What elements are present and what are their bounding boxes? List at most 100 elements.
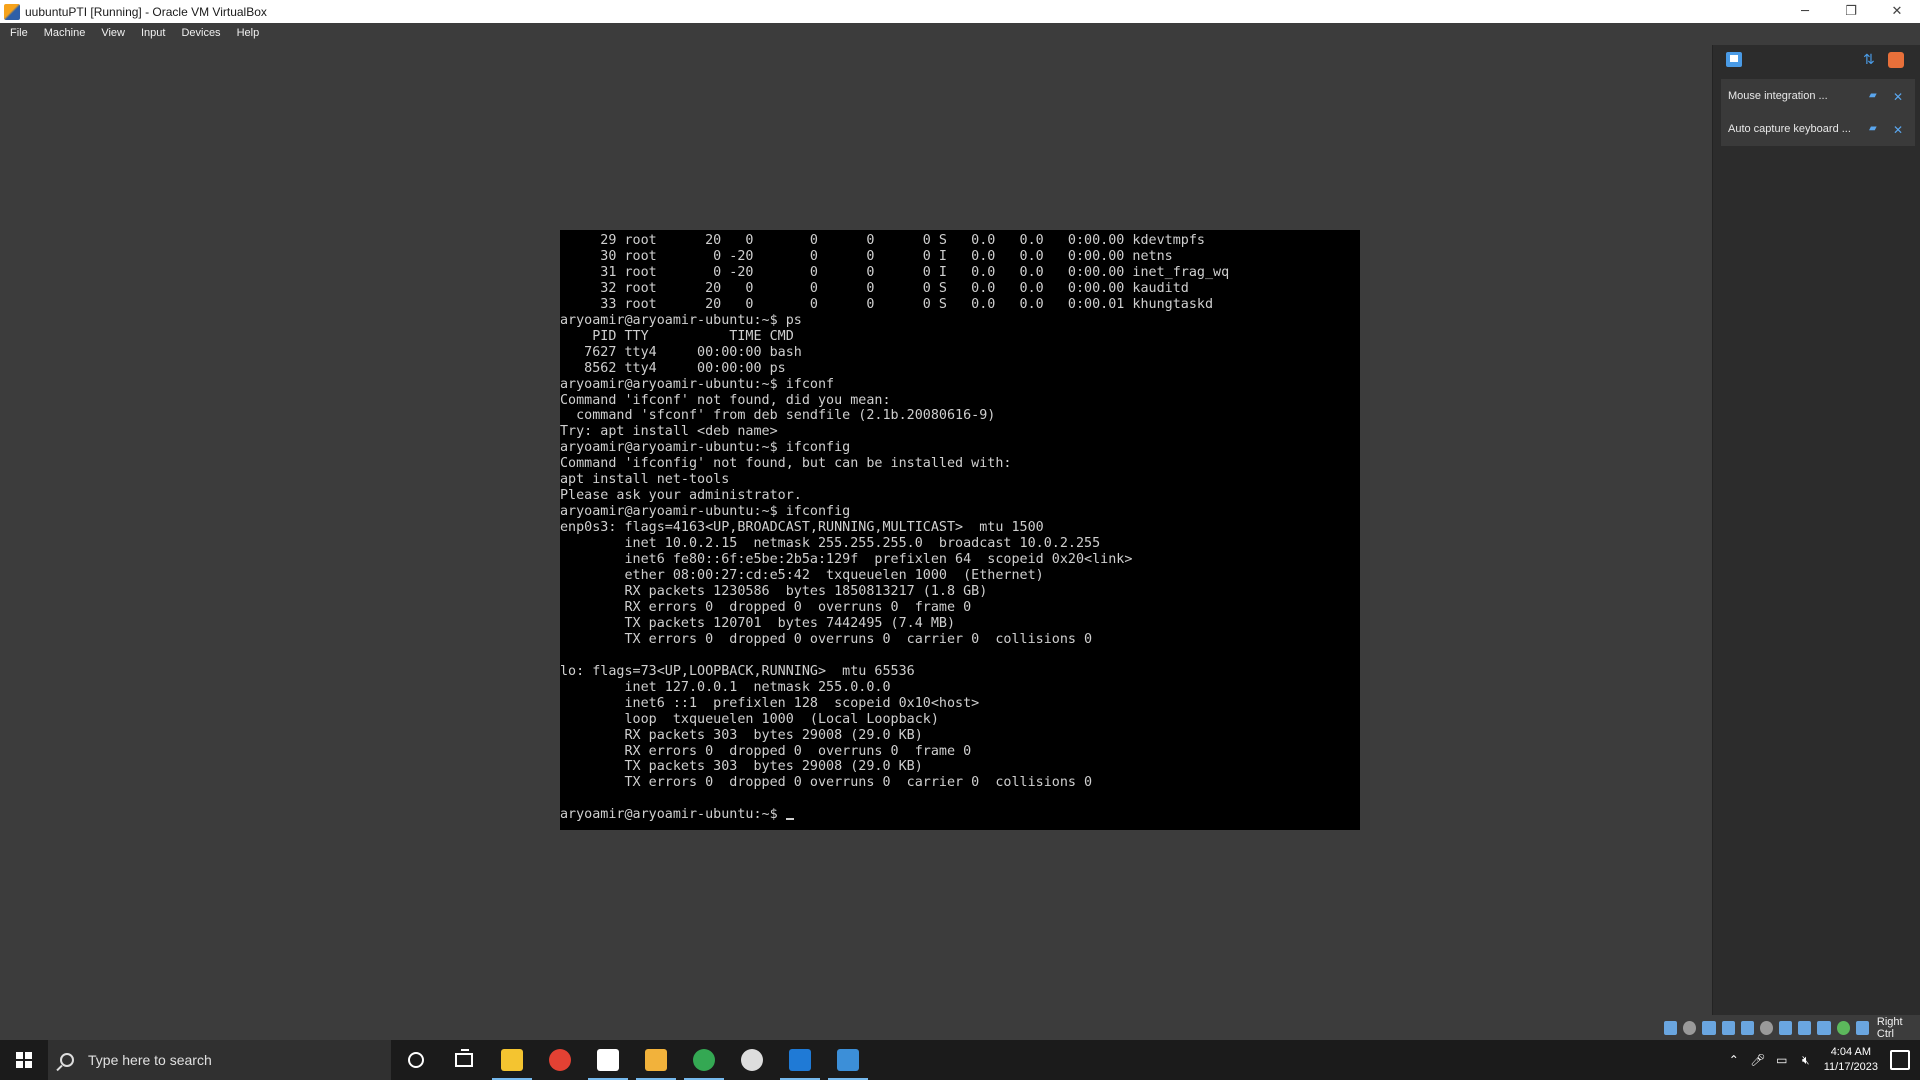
network-icon[interactable] [1721, 1021, 1735, 1035]
terminal-output[interactable]: 29 root 20 0 0 0 0 S 0.0 0.0 0:00.00 kde… [560, 233, 1360, 823]
task-view-button[interactable] [440, 1040, 488, 1080]
taskbar-app-obs[interactable] [728, 1040, 776, 1080]
terminal-line: 32 root 20 0 0 0 0 S 0.0 0.0 0:00.00 kau… [560, 280, 1189, 296]
terminal-line: 30 root 0 -20 0 0 0 I 0.0 0.0 0:00.00 ne… [560, 248, 1173, 264]
terminal-line: ether 08:00:27:cd:e5:42 txqueuelen 1000 … [560, 568, 1044, 584]
system-tray: ⌃ 🎤︎ ▭ 🔇︎ 4:04 AM 11/17/2023 [1722, 1040, 1920, 1080]
terminal-line: inet 10.0.2.15 netmask 255.255.255.0 bro… [560, 536, 1101, 552]
vm-screen[interactable]: 29 root 20 0 0 0 0 S 0.0 0.0 0:00.00 kde… [560, 230, 1360, 830]
terminal-line: 29 root 20 0 0 0 0 S 0.0 0.0 0:00.00 kde… [560, 233, 1205, 248]
taskbar-app-file-explorer[interactable] [488, 1040, 536, 1080]
display-icon[interactable] [1779, 1021, 1793, 1035]
menu-devices[interactable]: Devices [181, 27, 220, 39]
taskbar-app-photos[interactable] [824, 1040, 872, 1080]
drawing-app-icon [645, 1049, 667, 1071]
sort-icon[interactable]: ⇅ [1863, 52, 1877, 68]
menu-machine[interactable]: Machine [44, 27, 86, 39]
taskbar: Type here to search ⌃ 🎤︎ ▭ 🔇︎ 4:04 AM 11… [0, 1040, 1920, 1080]
terminal-line: 31 root 0 -20 0 0 0 I 0.0 0.0 0:00.00 in… [560, 264, 1230, 280]
terminal-line: RX errors 0 dropped 0 overruns 0 frame 0 [560, 599, 972, 615]
terminal-line: Try: apt install <deb name> [560, 424, 778, 440]
notification-text: Auto capture keyboard ... [1728, 123, 1851, 135]
close-button[interactable]: ✕ [1874, 0, 1920, 23]
terminal-line: lo: flags=73<UP,LOOPBACK,RUNNING> mtu 65… [560, 663, 915, 679]
menu-view[interactable]: View [101, 27, 125, 39]
terminal-line: 7627 tty4 00:00:00 bash [560, 344, 802, 360]
restore-button[interactable]: ❐ [1828, 0, 1874, 23]
terminal-line: Please ask your administrator. [560, 488, 802, 504]
cortana-icon [408, 1052, 424, 1068]
terminal-line: command 'sfconf' from deb sendfile (2.1b… [560, 408, 996, 424]
taskbar-app-virtualbox[interactable] [584, 1040, 632, 1080]
search-icon [60, 1053, 74, 1067]
pin-icon[interactable]: ▰ [1869, 123, 1881, 135]
title-bar: uubuntuPTI [Running] - Oracle VM Virtual… [0, 0, 1920, 23]
clock[interactable]: 4:04 AM 11/17/2023 [1824, 1045, 1878, 1075]
cpu-icon[interactable] [1817, 1021, 1831, 1035]
menu-file[interactable]: File [10, 27, 28, 39]
terminal-cursor [785, 818, 794, 821]
hard-disk-icon[interactable] [1664, 1021, 1678, 1035]
taskbar-app-drawing-app[interactable] [632, 1040, 680, 1080]
terminal-line: 33 root 20 0 0 0 0 S 0.0 0.0 0:00.01 khu… [560, 296, 1214, 312]
notification-panel: ⇅ Mouse integration ... ▰ ✕ Auto capture… [1712, 45, 1920, 1015]
usb-icon[interactable] [1740, 1021, 1754, 1035]
microphone-icon[interactable]: 🎤︎ [1750, 1053, 1765, 1067]
taskbar-app-media-player[interactable] [776, 1040, 824, 1080]
shared-folders-icon[interactable] [1759, 1021, 1774, 1035]
close-icon[interactable]: ✕ [1893, 90, 1905, 104]
chrome-icon [549, 1049, 571, 1071]
file-explorer-icon [501, 1049, 523, 1071]
terminal-line: TX packets 303 bytes 29008 (29.0 KB) [560, 759, 923, 775]
pin-icon[interactable] [1726, 52, 1742, 67]
network-icon[interactable]: ▭ [1775, 1053, 1789, 1067]
windows-logo-icon [15, 1052, 32, 1068]
cortana-button[interactable] [392, 1040, 440, 1080]
action-center-icon[interactable] [1890, 1050, 1910, 1070]
terminal-line: PID TTY TIME CMD [560, 328, 794, 344]
menu-bar: File Machine View Input Devices Help [0, 23, 1920, 43]
notification-auto-capture[interactable]: Auto capture keyboard ... ▰ ✕ [1721, 112, 1915, 146]
terminal-line: aryoamir@aryoamir-ubuntu:~$ ps [560, 312, 802, 328]
recording-icon[interactable] [1798, 1021, 1812, 1035]
menu-input[interactable]: Input [141, 27, 165, 39]
minimize-button[interactable]: ─ [1782, 0, 1828, 23]
pin-icon[interactable]: ▰ [1869, 90, 1881, 102]
terminal-line: enp0s3: flags=4163<UP,BROADCAST,RUNNING,… [560, 520, 1044, 536]
audio-icon[interactable] [1702, 1021, 1716, 1035]
vbox-status-bar: Right Ctrl [1664, 1016, 1920, 1040]
chrome-profile-icon [693, 1049, 715, 1071]
taskbar-app-chrome[interactable] [536, 1040, 584, 1080]
optical-drive-icon[interactable] [1683, 1021, 1697, 1035]
guest-additions-icon[interactable] [1836, 1021, 1850, 1035]
notification-text: Mouse integration ... [1728, 90, 1828, 102]
chevron-up-icon[interactable]: ⌃ [1727, 1053, 1741, 1067]
mouse-integration-icon[interactable] [1855, 1021, 1869, 1035]
volume-muted-icon[interactable]: 🔇︎ [1799, 1053, 1813, 1067]
terminal-line: RX packets 1230586 bytes 1850813217 (1.8… [560, 583, 988, 599]
window-controls: ─ ❐ ✕ [1782, 0, 1920, 23]
notification-mouse-integration[interactable]: Mouse integration ... ▰ ✕ [1721, 79, 1915, 113]
terminal-line: inet6 fe80::6f:e5be:2b5a:129f prefixlen … [560, 552, 1133, 568]
terminal-line: inet 127.0.0.1 netmask 255.0.0.0 [560, 679, 891, 695]
clock-date: 11/17/2023 [1823, 1061, 1878, 1073]
media-player-icon [789, 1049, 811, 1071]
terminal-line: loop txqueuelen 1000 (Local Loopback) [560, 711, 939, 727]
terminal-line: RX errors 0 dropped 0 overruns 0 frame 0 [560, 743, 972, 759]
taskbar-search[interactable]: Type here to search [48, 1040, 391, 1080]
terminal-line: Command 'ifconfig' not found, but can be… [560, 456, 1012, 472]
terminal-line: aryoamir@aryoamir-ubuntu:~$ ifconfig [560, 440, 851, 456]
toggle-icon[interactable] [1888, 52, 1904, 68]
terminal-line: aryoamir@aryoamir-ubuntu:~$ [560, 807, 1360, 823]
close-icon[interactable]: ✕ [1893, 123, 1905, 137]
taskbar-app-chrome-profile[interactable] [680, 1040, 728, 1080]
terminal-line: TX packets 120701 bytes 7442495 (7.4 MB) [560, 615, 956, 631]
notification-panel-header: ⇅ [1713, 45, 1920, 75]
terminal-line: Command 'ifconf' not found, did you mean… [560, 392, 891, 408]
start-button[interactable] [0, 1040, 47, 1080]
obs-icon [741, 1049, 763, 1071]
menu-help[interactable]: Help [237, 27, 260, 39]
host-key-label: Right Ctrl [1876, 1016, 1903, 1040]
